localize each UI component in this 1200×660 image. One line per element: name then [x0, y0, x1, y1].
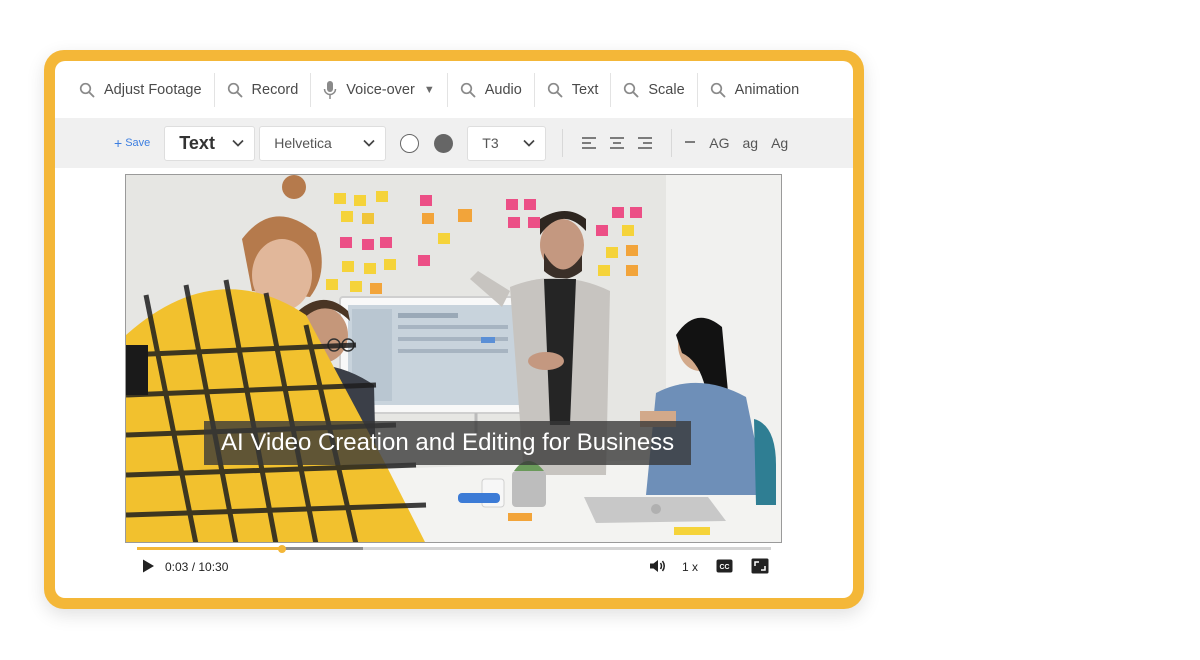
video-frame-image	[126, 175, 781, 542]
menu-label: Text	[571, 81, 599, 98]
menu-adjust-footage[interactable]: Adjust Footage	[67, 72, 214, 108]
chevron-down-icon[interactable]: ▼	[424, 84, 435, 96]
format-toolbar: + Save Text Helvetica T3 AG ag Ag	[55, 118, 853, 168]
menu-scale[interactable]: Scale	[611, 72, 696, 108]
svg-text:CC: CC	[719, 564, 729, 571]
search-icon	[227, 82, 242, 97]
search-icon	[79, 82, 95, 97]
menu-label: Voice-over	[346, 81, 415, 98]
save-button[interactable]: + Save	[114, 136, 150, 150]
plus-icon: +	[114, 135, 123, 151]
menu-label: Scale	[648, 81, 685, 98]
text-size-select[interactable]: T3	[467, 125, 547, 161]
align-left-button[interactable]	[575, 137, 603, 149]
microphone-icon	[324, 80, 337, 99]
editor-frame: Adjust Footage Record Voice-over ▼ Audio	[44, 50, 864, 609]
menu-label: Record	[251, 81, 299, 98]
outline-color-swatch[interactable]	[400, 133, 420, 153]
font-family-select[interactable]: Helvetica	[259, 125, 387, 161]
divider	[562, 129, 564, 157]
play-button[interactable]	[141, 558, 155, 579]
video-progress-bar[interactable]	[137, 544, 771, 553]
menu-voice-over[interactable]: Voice-over ▼	[311, 72, 446, 108]
volume-icon	[650, 560, 665, 572]
menu-audio[interactable]: Audio	[448, 72, 534, 108]
align-left-icon	[582, 137, 597, 149]
dash-icon	[685, 141, 696, 143]
chevron-down-icon	[363, 139, 375, 147]
captions-button[interactable]: CC	[716, 559, 733, 578]
menu-record[interactable]: Record	[215, 72, 311, 108]
fullscreen-icon	[751, 558, 769, 574]
top-menu: Adjust Footage Record Voice-over ▼ Audio	[55, 61, 853, 118]
chevron-down-icon	[523, 139, 535, 147]
fullscreen-button[interactable]	[751, 558, 769, 579]
menu-label: Adjust Footage	[104, 81, 202, 98]
video-caption[interactable]: AI Video Creation and Editing for Busine…	[204, 421, 692, 465]
uppercase-button[interactable]: AG	[709, 135, 729, 151]
time-readout: 0:03 / 10:30	[165, 560, 229, 574]
video-preview[interactable]: AI Video Creation and Editing for Busine…	[125, 174, 782, 543]
text-style-select[interactable]: Text	[164, 125, 256, 161]
align-center-icon	[610, 137, 625, 149]
search-icon	[624, 82, 639, 97]
fill-color-swatch[interactable]	[434, 133, 454, 153]
playback-speed-button[interactable]: 1 x	[682, 560, 698, 574]
volume-button[interactable]	[649, 558, 667, 579]
search-icon	[460, 82, 476, 97]
chevron-down-icon	[232, 139, 244, 147]
played-bar	[137, 547, 282, 550]
menu-label: Animation	[734, 81, 800, 98]
save-label: Save	[125, 137, 151, 149]
menu-animation[interactable]: Animation	[698, 72, 811, 108]
text-size-value: T3	[482, 135, 499, 151]
no-case-button[interactable]	[684, 135, 696, 151]
align-center-button[interactable]	[603, 137, 631, 149]
player-controls: 0:03 / 10:30 1 x CC	[141, 558, 773, 576]
search-icon	[710, 82, 726, 97]
text-style-value: Text	[179, 132, 215, 153]
align-right-icon	[638, 137, 653, 149]
menu-label: Audio	[484, 81, 522, 98]
divider	[671, 129, 673, 157]
search-icon	[547, 82, 563, 97]
play-icon	[143, 559, 154, 573]
font-family-value: Helvetica	[274, 135, 332, 151]
titlecase-button[interactable]: Ag	[771, 135, 788, 151]
seek-handle[interactable]	[277, 544, 286, 553]
align-right-button[interactable]	[631, 137, 659, 149]
editor-card: Adjust Footage Record Voice-over ▼ Audio	[55, 61, 853, 598]
menu-text[interactable]: Text	[535, 72, 611, 108]
closed-captions-icon: CC	[716, 559, 733, 573]
lowercase-button[interactable]: ag	[743, 135, 759, 151]
